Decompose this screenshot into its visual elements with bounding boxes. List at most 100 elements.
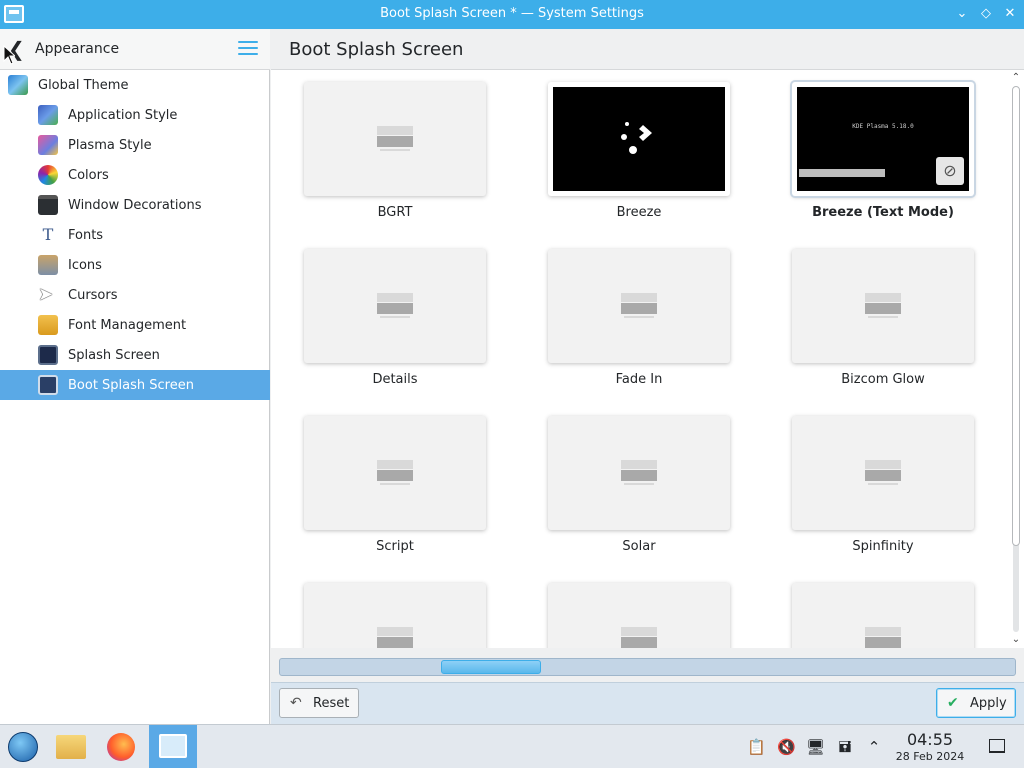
- sidebar-item-icons[interactable]: Icons: [0, 250, 270, 280]
- taskbar-firefox[interactable]: [98, 725, 146, 768]
- apply-button[interactable]: ✔ Apply: [936, 688, 1016, 718]
- footer-bar: ↶ Reset ✔ Apply: [271, 682, 1024, 724]
- reset-button-label: Reset: [313, 696, 350, 711]
- window-titlebar: Boot Splash Screen * — System Settings ⌄…: [0, 0, 1024, 29]
- sidebar-item-colors[interactable]: Colors: [0, 160, 270, 190]
- font-management-icon: [38, 315, 58, 335]
- theme-thumbnail: [548, 583, 730, 648]
- uninstall-icon[interactable]: ⊘: [936, 157, 964, 185]
- taskbar-system-settings[interactable]: [149, 725, 197, 768]
- theme-name: Fade In: [615, 372, 663, 387]
- volume-muted-icon[interactable]: 🔇: [777, 738, 796, 756]
- theme-tile-script[interactable]: Script: [304, 416, 486, 554]
- theme-tile[interactable]: [304, 583, 486, 648]
- window-decorations-icon: [38, 195, 58, 215]
- theme-thumbnail: [304, 416, 486, 530]
- fonts-icon: T: [38, 225, 58, 245]
- sidebar-item-label: Plasma Style: [68, 138, 152, 153]
- show-desktop-icon[interactable]: [989, 739, 1005, 753]
- sidebar-item-fonts[interactable]: T Fonts: [0, 220, 270, 250]
- maximize-button[interactable]: ◇: [976, 4, 996, 24]
- theme-tile-breeze-text-mode[interactable]: KDE Plasma 5.18.0 ⊘ Breeze (Text Mode): [792, 82, 974, 220]
- sidebar-item-global-theme[interactable]: Global Theme: [0, 70, 270, 100]
- theme-tile-spinfinity[interactable]: Spinfinity: [792, 416, 974, 554]
- image-placeholder-icon: [621, 460, 657, 486]
- sidebar-item-label: Fonts: [68, 228, 104, 243]
- apply-button-label: Apply: [970, 696, 1007, 711]
- theme-thumbnail: [304, 249, 486, 363]
- mouse-cursor-icon: [3, 45, 15, 65]
- image-placeholder-icon: [377, 293, 413, 319]
- theme-thumbnail: [792, 583, 974, 648]
- icons-icon: [38, 255, 58, 275]
- theme-tile[interactable]: [548, 583, 730, 648]
- theme-tile[interactable]: [792, 583, 974, 648]
- theme-thumbnail: [792, 416, 974, 530]
- horizontal-scrollbar[interactable]: [279, 658, 1016, 676]
- hamburger-menu-icon[interactable]: [238, 41, 258, 57]
- sidebar-item-boot-splash-screen[interactable]: Boot Splash Screen: [0, 370, 270, 400]
- image-placeholder-icon: [621, 627, 657, 648]
- theme-tile-solar[interactable]: Solar: [548, 416, 730, 554]
- scroll-down-icon[interactable]: ⌄: [1011, 635, 1021, 645]
- display-icon[interactable]: 🖥: [806, 738, 825, 756]
- taskbar-file-manager[interactable]: [48, 725, 96, 768]
- image-placeholder-icon: [377, 627, 413, 648]
- clipboard-icon[interactable]: 📋: [747, 738, 766, 756]
- minimize-button[interactable]: ⌄: [952, 4, 972, 24]
- reset-button[interactable]: ↶ Reset: [279, 688, 359, 718]
- theme-name: Details: [372, 372, 418, 387]
- theme-thumbnail: KDE Plasma 5.18.0 ⊘: [792, 82, 974, 196]
- sidebar-item-label: Icons: [68, 258, 102, 273]
- sidebar: ❮ Appearance Global Theme Application St…: [0, 29, 270, 724]
- sidebar-item-splash-screen[interactable]: Splash Screen: [0, 340, 270, 370]
- theme-tile-bgrt[interactable]: BGRT: [304, 82, 486, 220]
- image-placeholder-icon: [865, 293, 901, 319]
- theme-tile-breeze[interactable]: Breeze: [548, 82, 730, 220]
- theme-thumbnail: [304, 82, 486, 196]
- sidebar-item-application-style[interactable]: Application Style: [0, 100, 270, 130]
- breeze-text-preview: KDE Plasma 5.18.0 ⊘: [797, 87, 969, 191]
- system-settings-icon: [159, 734, 187, 758]
- firefox-icon: [107, 733, 135, 761]
- clock[interactable]: 04:55 28 Feb 2024: [888, 730, 972, 763]
- horizontal-scrollbar-thumb[interactable]: [441, 660, 541, 674]
- image-placeholder-icon: [865, 460, 901, 486]
- start-orb-icon: [8, 732, 38, 762]
- main-content: Boot Splash Screen BGRT Breeze KDE Plasm…: [271, 29, 1024, 724]
- theme-name: Breeze: [616, 205, 662, 220]
- sidebar-item-cursors[interactable]: ➤ Cursors: [0, 280, 270, 310]
- close-button[interactable]: ✕: [1000, 4, 1020, 24]
- breeze-preview: [553, 87, 725, 191]
- scrollbar-thumb[interactable]: [1012, 86, 1020, 546]
- sidebar-item-label: Application Style: [68, 108, 178, 123]
- start-menu-button[interactable]: [0, 725, 48, 768]
- theme-tile-details[interactable]: Details: [304, 249, 486, 387]
- sidebar-item-label: Global Theme: [38, 78, 129, 93]
- reset-icon: ↶: [290, 695, 302, 711]
- theme-tile-bizcom-glow[interactable]: Bizcom Glow: [792, 249, 974, 387]
- splash-screen-icon: [38, 345, 58, 365]
- tray-expand-icon[interactable]: ⌃: [865, 738, 883, 756]
- sidebar-item-plasma-style[interactable]: Plasma Style: [0, 130, 270, 160]
- sidebar-item-window-decorations[interactable]: Window Decorations: [0, 190, 270, 220]
- theme-thumbnail: [548, 416, 730, 530]
- sidebar-item-label: Colors: [68, 168, 109, 183]
- image-placeholder-icon: [621, 293, 657, 319]
- vertical-scrollbar[interactable]: ⌃ ⌄: [1008, 70, 1024, 648]
- preview-progress-bar: [799, 169, 885, 177]
- theme-thumbnail: [304, 583, 486, 648]
- network-icon[interactable]: 🖬: [836, 738, 854, 756]
- scroll-up-icon[interactable]: ⌃: [1011, 73, 1021, 83]
- application-style-icon: [38, 105, 58, 125]
- checkmark-icon: ✔: [947, 695, 959, 711]
- sidebar-nav: Global Theme Application Style Plasma St…: [0, 70, 270, 400]
- sidebar-title: Appearance: [35, 41, 120, 57]
- page-title: Boot Splash Screen: [289, 39, 464, 60]
- image-placeholder-icon: [377, 126, 413, 152]
- theme-tile-fade-in[interactable]: Fade In: [548, 249, 730, 387]
- sidebar-item-font-management[interactable]: Font Management: [0, 310, 270, 340]
- theme-name: Bizcom Glow: [841, 372, 925, 387]
- sidebar-item-label: Cursors: [68, 288, 118, 303]
- window-title: Boot Splash Screen * — System Settings: [380, 6, 644, 21]
